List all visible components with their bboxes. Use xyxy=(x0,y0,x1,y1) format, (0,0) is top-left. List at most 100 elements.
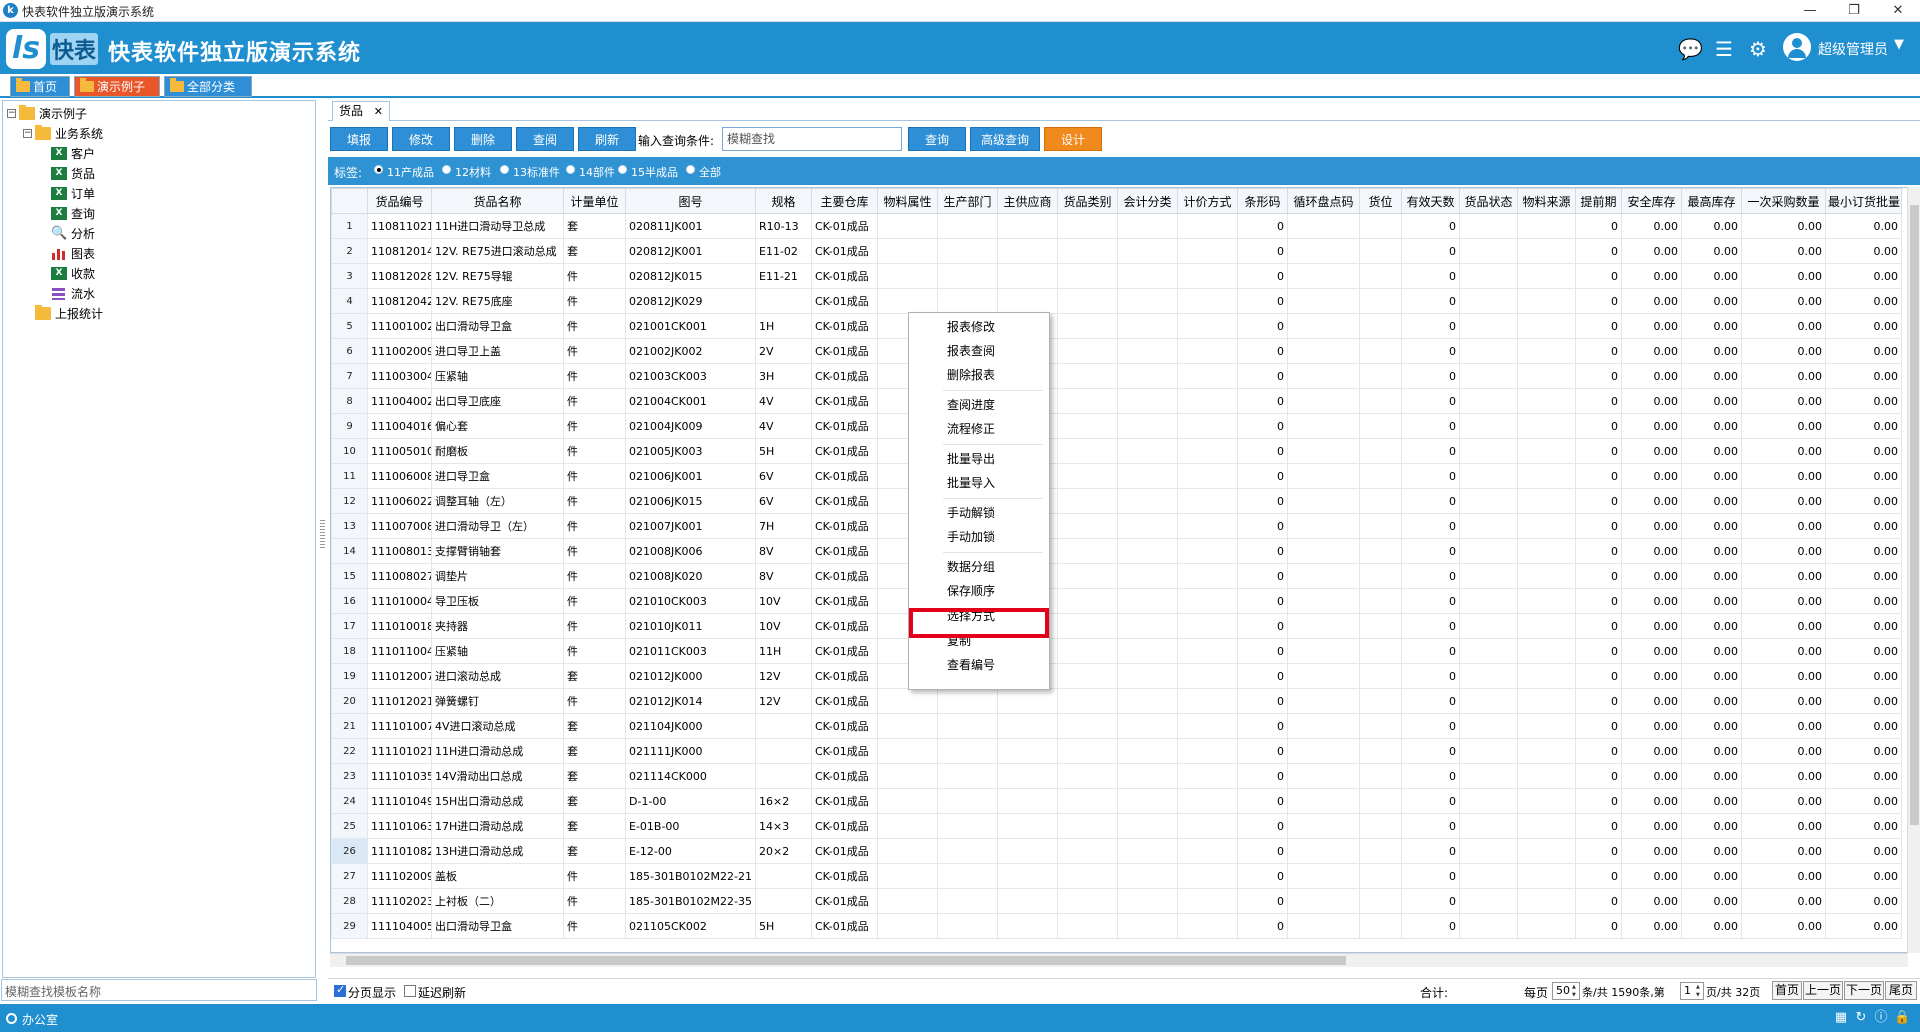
table-row[interactable]: 18 111011004 压紧轴件 021011CK003 11H CK-01成品 0 0 0 0… xyxy=(331,638,1902,664)
table-cell[interactable] xyxy=(1287,413,1360,439)
table-cell[interactable] xyxy=(1459,313,1518,339)
table-cell[interactable] xyxy=(1177,638,1238,664)
menu-item-view-number[interactable]: 查看编号 xyxy=(947,654,995,676)
table-cell[interactable] xyxy=(1177,788,1238,814)
table-row[interactable]: 24 111101049 15H出口滑动总成套 D-1-00 16×2 CK-01成品 0 0… xyxy=(331,788,1902,814)
table-cell[interactable] xyxy=(877,763,938,789)
table-cell[interactable] xyxy=(1117,313,1178,339)
table-cell[interactable]: 0 xyxy=(1401,663,1460,689)
table-cell[interactable]: 0 xyxy=(1237,913,1288,939)
delete-button[interactable]: 删除 xyxy=(454,127,512,151)
table-cell[interactable]: 0.00 xyxy=(1681,288,1742,314)
table-cell[interactable] xyxy=(1517,213,1576,239)
table-cell[interactable]: 件 xyxy=(563,688,626,714)
table-cell[interactable] xyxy=(1287,838,1360,864)
row-number[interactable]: 8 xyxy=(331,388,368,414)
table-cell[interactable]: 0.00 xyxy=(1825,413,1902,439)
column-header[interactable]: 最小订货批量 xyxy=(1825,188,1902,214)
table-cell[interactable] xyxy=(1057,763,1118,789)
table-cell[interactable] xyxy=(1287,888,1360,914)
table-cell[interactable] xyxy=(1117,338,1178,364)
table-cell[interactable] xyxy=(1359,863,1402,889)
table-cell[interactable]: 111003004 xyxy=(367,363,432,389)
table-cell[interactable] xyxy=(1517,588,1576,614)
table-cell[interactable]: 020812JK015 xyxy=(625,263,756,289)
chat-icon[interactable]: 💬 xyxy=(1678,37,1703,61)
table-cell[interactable]: CK-01成品 xyxy=(811,638,878,664)
table-cell[interactable] xyxy=(1517,288,1576,314)
table-cell[interactable]: 件 xyxy=(563,513,626,539)
table-row[interactable]: 13 111007008 进口滑动导卫（左）件 021007JK001 7H CK-01成… xyxy=(331,513,1902,539)
row-number[interactable]: 2 xyxy=(331,238,368,264)
table-cell[interactable]: 0.00 xyxy=(1825,238,1902,264)
search-button[interactable]: 查询 xyxy=(908,127,966,151)
table-cell[interactable]: 耐磨板 xyxy=(431,438,564,464)
table-cell[interactable]: 0 xyxy=(1575,513,1622,539)
tree-item-flow[interactable]: 流水 xyxy=(5,285,205,303)
table-cell[interactable]: 0.00 xyxy=(1621,638,1682,664)
table-cell[interactable]: 0 xyxy=(1401,288,1460,314)
table-cell[interactable]: 0.00 xyxy=(1621,688,1682,714)
table-cell[interactable] xyxy=(937,288,998,314)
table-cell[interactable]: 021008JK006 xyxy=(625,538,756,564)
table-cell[interactable] xyxy=(1517,363,1576,389)
table-row[interactable]: 20 111012021 弹簧螺钉件 021012JK014 12V CK-01成品 0 0 0… xyxy=(331,688,1902,714)
table-cell[interactable] xyxy=(1517,613,1576,639)
table-cell[interactable] xyxy=(1517,713,1576,739)
table-cell[interactable] xyxy=(1359,288,1402,314)
table-cell[interactable]: 021001CK001 xyxy=(625,313,756,339)
table-cell[interactable] xyxy=(1359,613,1402,639)
table-cell[interactable]: 0.00 xyxy=(1741,363,1826,389)
table-cell[interactable]: 0.00 xyxy=(1825,913,1902,939)
tree-node-report[interactable]: 上报统计 xyxy=(5,305,205,323)
table-cell[interactable] xyxy=(1057,888,1118,914)
table-cell[interactable] xyxy=(1287,538,1360,564)
table-cell[interactable]: CK-01成品 xyxy=(811,288,878,314)
table-cell[interactable] xyxy=(937,763,998,789)
table-row[interactable]: 21 111101007 4V进口滚动总成套 021104JK000 CK-01成品 0 0… xyxy=(331,713,1902,739)
table-cell[interactable]: 12V. RE75底座 xyxy=(431,288,564,314)
table-cell[interactable] xyxy=(755,713,812,739)
next-page-button[interactable]: 下一页 xyxy=(1844,981,1884,1000)
table-cell[interactable] xyxy=(1117,513,1178,539)
table-cell[interactable]: 021008JK020 xyxy=(625,563,756,589)
table-cell[interactable] xyxy=(1177,913,1238,939)
table-cell[interactable]: 10V xyxy=(755,588,812,614)
row-number[interactable]: 20 xyxy=(331,688,368,714)
table-cell[interactable] xyxy=(1117,663,1178,689)
table-cell[interactable] xyxy=(1287,713,1360,739)
table-cell[interactable]: E-01B-00 xyxy=(625,813,756,839)
menu-item-batch-export[interactable]: 批量导出 xyxy=(947,448,995,470)
table-cell[interactable]: 0 xyxy=(1575,638,1622,664)
table-cell[interactable]: 0 xyxy=(1237,338,1288,364)
table-cell[interactable] xyxy=(1177,538,1238,564)
table-cell[interactable]: 0 xyxy=(1401,363,1460,389)
table-cell[interactable]: 0.00 xyxy=(1621,463,1682,489)
first-page-button[interactable]: 首页 xyxy=(1772,981,1802,1000)
edit-button[interactable]: 修改 xyxy=(392,127,450,151)
table-cell[interactable]: 0.00 xyxy=(1621,263,1682,289)
table-cell[interactable] xyxy=(1517,663,1576,689)
table-cell[interactable] xyxy=(1287,313,1360,339)
table-cell[interactable] xyxy=(1359,663,1402,689)
row-number[interactable]: 23 xyxy=(331,763,368,789)
vertical-scrollbar[interactable] xyxy=(1907,187,1920,953)
table-cell[interactable]: 0 xyxy=(1575,713,1622,739)
table-cell[interactable]: 0 xyxy=(1575,863,1622,889)
table-cell[interactable]: 0 xyxy=(1401,313,1460,339)
table-cell[interactable]: 0 xyxy=(1401,638,1460,664)
table-cell[interactable]: 0 xyxy=(1575,813,1622,839)
table-cell[interactable]: 0 xyxy=(1237,463,1288,489)
table-cell[interactable]: 0.00 xyxy=(1741,688,1826,714)
last-page-button[interactable]: 尾页 xyxy=(1885,981,1917,1000)
table-cell[interactable] xyxy=(1287,513,1360,539)
table-cell[interactable]: 0.00 xyxy=(1825,688,1902,714)
table-cell[interactable]: 0 xyxy=(1237,288,1288,314)
table-cell[interactable] xyxy=(1359,338,1402,364)
table-cell[interactable] xyxy=(937,713,998,739)
table-cell[interactable]: 021005JK003 xyxy=(625,438,756,464)
table-cell[interactable]: 0.00 xyxy=(1825,888,1902,914)
table-cell[interactable] xyxy=(1117,613,1178,639)
table-row[interactable]: 6 111002009 进口导卫上盖件 021002JK002 2V CK-01成品 0 0 0… xyxy=(331,338,1902,364)
table-cell[interactable] xyxy=(1117,888,1178,914)
